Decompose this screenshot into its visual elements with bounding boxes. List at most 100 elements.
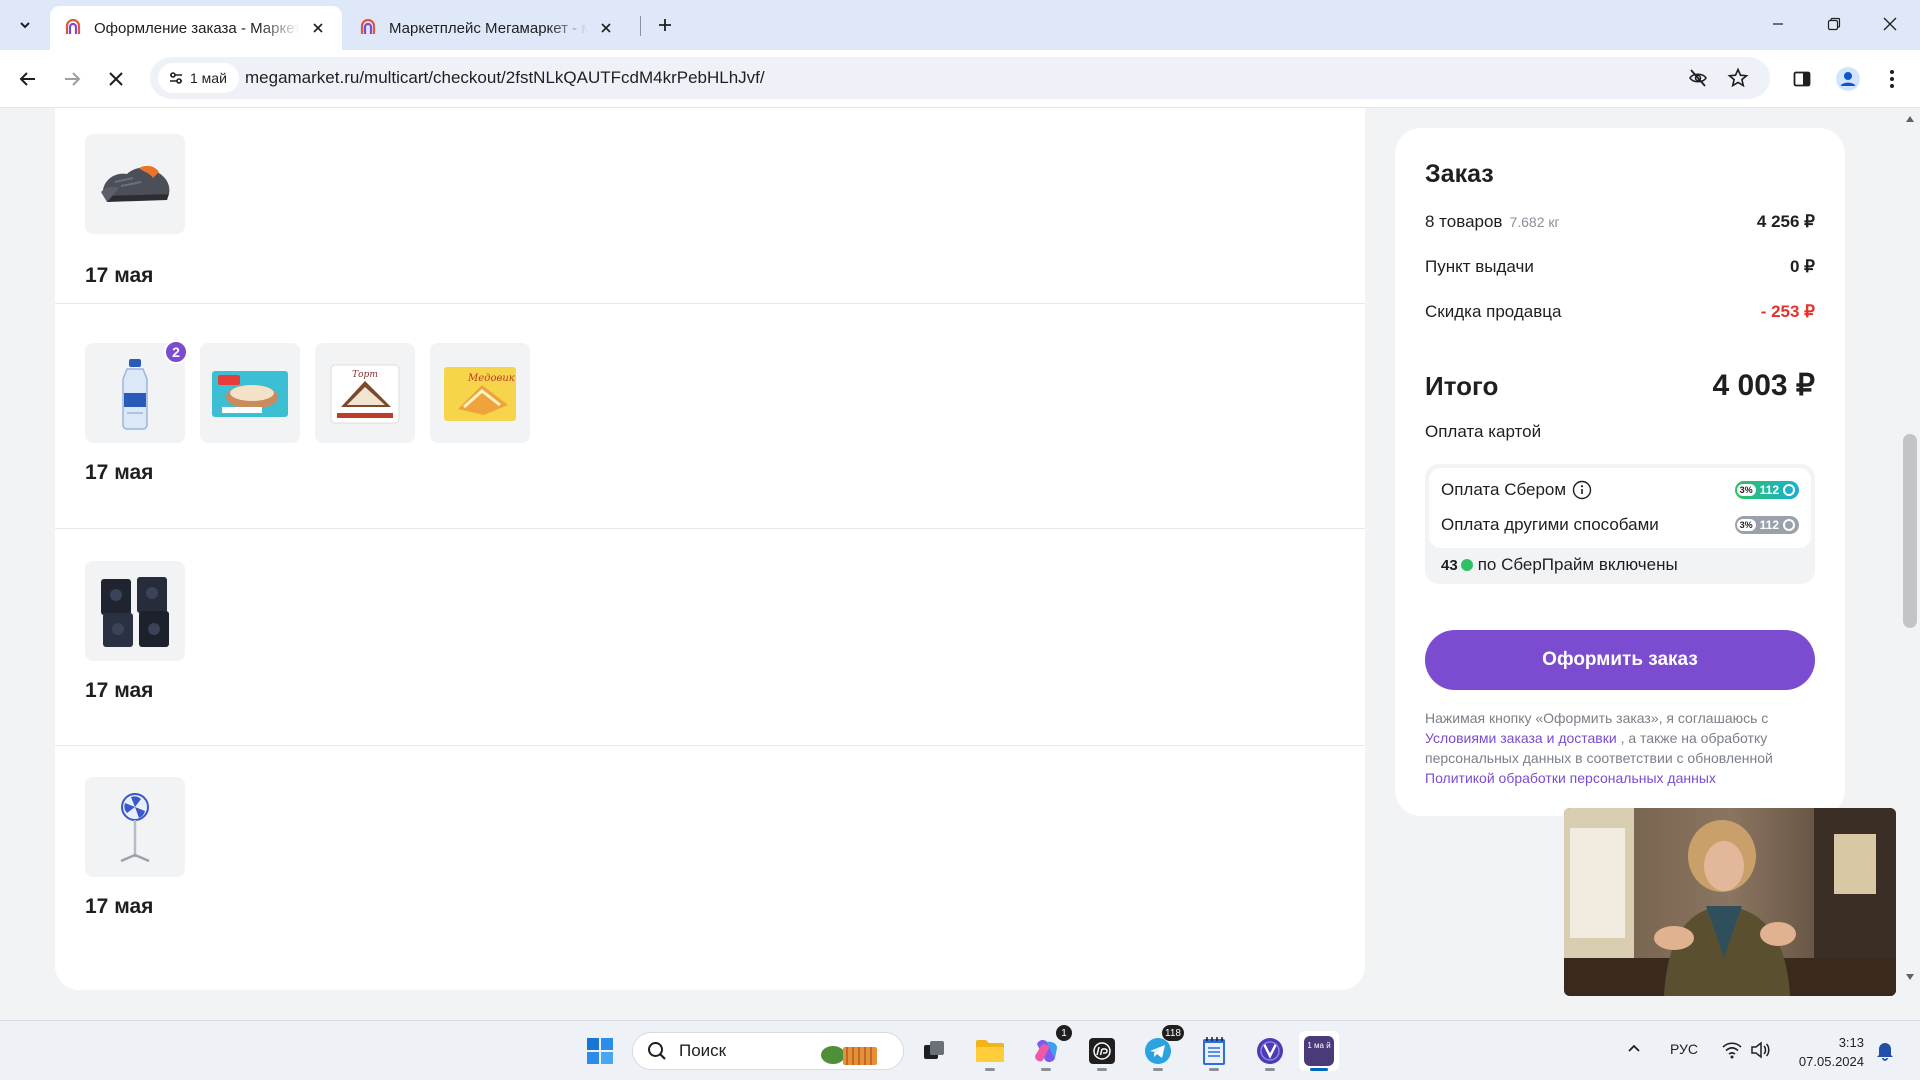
- browser-tab-strip: Оформление заказа - Маркетплейс Мегамарк…: [0, 0, 1920, 50]
- search-highlight-image: [821, 1046, 877, 1065]
- hp-icon: [1089, 1038, 1115, 1064]
- site-chip-label: 1 май: [190, 70, 227, 86]
- url-text[interactable]: megamarket.ru/multicart/checkout/2fstNLk…: [245, 68, 765, 88]
- video-pip-window[interactable]: [1564, 808, 1896, 996]
- payment-method: Оплата картой: [1425, 422, 1542, 441]
- sberprime-value: 43: [1441, 556, 1458, 574]
- svg-text:Торт: Торт: [352, 370, 378, 380]
- tab-marketplace[interactable]: Маркетплейс Мегамаркет - маркетплейс: [345, 6, 630, 50]
- honey-cake-image: Медовик: [444, 367, 516, 421]
- back-button[interactable]: [12, 63, 44, 95]
- file-explorer-button[interactable]: [970, 1031, 1010, 1071]
- standing-fan-image: [120, 793, 150, 863]
- bonus-sber-value: 112: [1759, 483, 1779, 497]
- chevron-up-icon: [1628, 1044, 1640, 1052]
- eye-off-icon: [1689, 69, 1707, 87]
- telegram-button[interactable]: 118: [1138, 1025, 1184, 1071]
- privacy-policy-link[interactable]: Политикой обработки персональных данных: [1425, 770, 1716, 786]
- bonus-other-pct: 3%: [1736, 519, 1756, 531]
- input-language[interactable]: РУС: [1670, 1041, 1698, 1057]
- running-indicator: [1153, 1068, 1163, 1071]
- bonus-coin-icon: [1460, 559, 1473, 571]
- restore-icon: [1827, 17, 1841, 31]
- delivery-group: 17 мая: [55, 530, 1365, 746]
- bonus-sber-pct: 3%: [1736, 484, 1756, 496]
- product-thumb-water[interactable]: 2: [85, 340, 188, 443]
- arrow-left-icon: [19, 72, 35, 86]
- scroll-up-arrow[interactable]: [1905, 114, 1915, 124]
- close-window-button[interactable]: [1862, 0, 1918, 48]
- chevron-down-icon: [20, 22, 30, 29]
- tab-close-button[interactable]: [308, 18, 328, 38]
- discount-value: - 253 ₽: [1760, 302, 1815, 321]
- search-icon: [648, 1042, 666, 1060]
- profile-button[interactable]: [1832, 63, 1864, 95]
- place-order-button[interactable]: Оформить заказ: [1425, 630, 1815, 690]
- folder-icon: [976, 1040, 1004, 1062]
- copilot-button[interactable]: 1: [1026, 1025, 1072, 1071]
- bookmark-button[interactable]: [1726, 66, 1750, 90]
- summary-title: Заказ: [1425, 160, 1494, 188]
- network-button[interactable]: [1722, 1041, 1742, 1059]
- scrollbar-thumb[interactable]: [1903, 434, 1917, 628]
- site-info-chip[interactable]: 1 май: [158, 63, 239, 93]
- start-button[interactable]: [580, 1031, 620, 1071]
- new-tab-button[interactable]: [650, 10, 680, 40]
- product-thumb-honey-cake[interactable]: Медовик: [430, 343, 530, 443]
- info-icon[interactable]: [1572, 480, 1592, 500]
- restore-button[interactable]: [1806, 0, 1862, 48]
- proton-vpn-button[interactable]: [1250, 1031, 1290, 1071]
- sneakers-image: [101, 165, 170, 202]
- side-panel-button[interactable]: [1786, 63, 1818, 95]
- tracking-protection-button[interactable]: [1686, 66, 1710, 90]
- bonus-other-row: Оплата другими способами 3% 112: [1441, 515, 1799, 535]
- product-thumb-sneakers[interactable]: [85, 134, 185, 234]
- video-frame: [1564, 808, 1896, 996]
- notifications-button[interactable]: [1876, 1041, 1894, 1061]
- telegram-badge: 118: [1162, 1025, 1184, 1041]
- delivery-date: 17 мая: [85, 461, 154, 484]
- sberprime-text: по СберПрайм включены: [1477, 555, 1678, 574]
- tab-close-button[interactable]: [596, 18, 616, 38]
- notepad-button[interactable]: [1194, 1031, 1234, 1071]
- product-thumb-cake-box[interactable]: [200, 343, 300, 443]
- running-indicator: [1097, 1068, 1107, 1071]
- product-thumb-packs[interactable]: [85, 561, 185, 661]
- dark-packs-image: [101, 577, 169, 647]
- scroll-down-arrow[interactable]: [1905, 972, 1915, 982]
- forward-button[interactable]: [56, 63, 88, 95]
- order-terms-link[interactable]: Условиями заказа и доставки: [1425, 730, 1617, 746]
- tab-search-button[interactable]: [10, 10, 40, 40]
- task-view-icon: [924, 1041, 944, 1059]
- pickup-label: Пункт выдачи: [1425, 257, 1534, 276]
- tab-checkout[interactable]: Оформление заказа - Маркетплейс Мегамарк…: [50, 6, 342, 50]
- notepad-icon: [1203, 1037, 1225, 1065]
- wafer-cake-image: Торт: [330, 364, 400, 424]
- delivery-group: 2 Торт Медовик 17 мая: [55, 313, 1365, 529]
- product-thumb-wafer-cake[interactable]: Торт: [315, 343, 415, 443]
- running-indicator: [1310, 1068, 1328, 1071]
- quantity-badge: 2: [164, 340, 188, 364]
- minimize-button[interactable]: [1750, 0, 1806, 48]
- browser-menu-button[interactable]: [1876, 63, 1908, 95]
- show-hidden-icons-button[interactable]: [1626, 1041, 1642, 1057]
- hp-app-button[interactable]: [1082, 1031, 1122, 1071]
- browser-toolbar: 1 май megamarket.ru/multicart/checkout/2…: [0, 50, 1920, 108]
- megamarket-app-button[interactable]: 1 ма й: [1299, 1031, 1339, 1071]
- taskbar-search[interactable]: Поиск: [632, 1032, 904, 1070]
- pickup-value: 0 ₽: [1790, 257, 1815, 276]
- svg-text:Медовик: Медовик: [467, 373, 515, 384]
- app-thumbnail-icon: 1 ма й: [1304, 1036, 1334, 1066]
- order-items-card: 17 мая 2 Торт Медовик 17 мая 17 мая 17 м…: [55, 108, 1365, 990]
- task-view-button[interactable]: [914, 1031, 954, 1071]
- volume-button[interactable]: [1750, 1041, 1770, 1059]
- proton-vpn-icon: [1257, 1038, 1283, 1064]
- address-bar[interactable]: 1 май megamarket.ru/multicart/checkout/2…: [150, 57, 1770, 99]
- side-panel-icon: [1793, 71, 1811, 87]
- system-clock[interactable]: 3:13 07.05.2024: [1784, 1033, 1864, 1071]
- stop-loading-button[interactable]: [100, 63, 132, 95]
- more-vertical-icon: [1890, 70, 1894, 88]
- product-thumb-fan[interactable]: [85, 777, 185, 877]
- megamarket-favicon-icon: [360, 19, 376, 34]
- running-indicator: [1265, 1068, 1275, 1071]
